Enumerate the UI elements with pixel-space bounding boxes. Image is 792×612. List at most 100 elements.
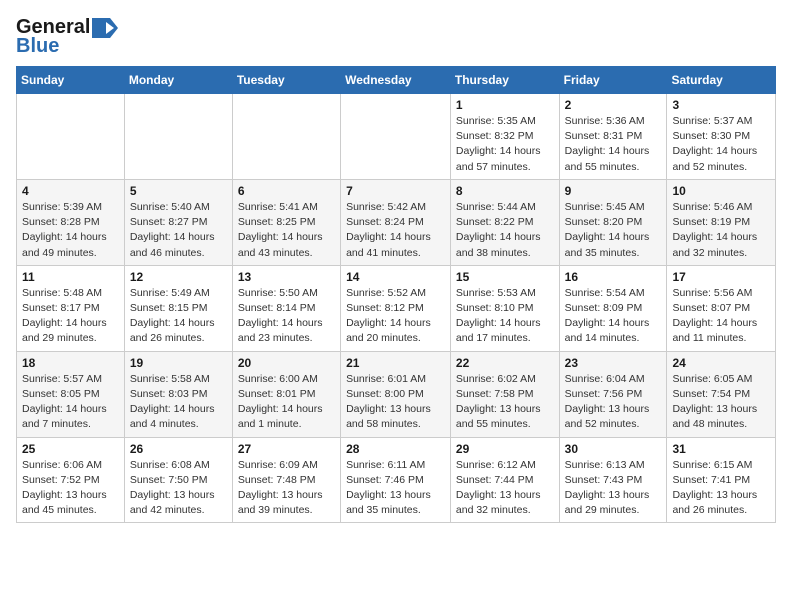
day-detail: Sunrise: 6:08 AM Sunset: 7:50 PM Dayligh… (130, 458, 227, 519)
day-detail: Sunrise: 5:42 AM Sunset: 8:24 PM Dayligh… (346, 200, 445, 261)
day-number: 25 (22, 442, 119, 456)
calendar-cell: 10 Sunrise: 5:46 AM Sunset: 8:19 PM Dayli… (667, 179, 776, 265)
logo-blue-text: Blue (16, 35, 59, 58)
calendar-table: SundayMondayTuesdayWednesdayThursdayFrid… (16, 66, 776, 523)
day-number: 21 (346, 356, 445, 370)
calendar-cell: 16 Sunrise: 5:54 AM Sunset: 8:09 PM Dayli… (559, 265, 667, 351)
day-number: 28 (346, 442, 445, 456)
calendar-header-row: SundayMondayTuesdayWednesdayThursdayFrid… (17, 67, 776, 94)
logo: General Blue (16, 16, 118, 58)
calendar-header-tuesday: Tuesday (232, 67, 340, 94)
day-detail: Sunrise: 6:11 AM Sunset: 7:46 PM Dayligh… (346, 458, 445, 519)
day-number: 23 (565, 356, 662, 370)
calendar-header-friday: Friday (559, 67, 667, 94)
day-number: 22 (456, 356, 554, 370)
calendar-cell: 12 Sunrise: 5:49 AM Sunset: 8:15 PM Dayli… (124, 265, 232, 351)
calendar-cell: 8Sunrise: 5:44 AM Sunset: 8:22 PM Daylig… (450, 179, 559, 265)
day-number: 15 (456, 270, 554, 284)
day-number: 1 (456, 98, 554, 112)
calendar-week-row: 11 Sunrise: 5:48 AM Sunset: 8:17 PM Dayli… (17, 265, 776, 351)
day-number: 29 (456, 442, 554, 456)
calendar-cell: 21 Sunrise: 6:01 AM Sunset: 8:00 PM Dayli… (341, 351, 451, 437)
day-detail: Sunrise: 6:09 AM Sunset: 7:48 PM Dayligh… (238, 458, 335, 519)
day-number: 4 (22, 184, 119, 198)
calendar-cell: 18 Sunrise: 5:57 AM Sunset: 8:05 PM Dayli… (17, 351, 125, 437)
calendar-cell (341, 94, 451, 180)
day-detail: Sunrise: 6:02 AM Sunset: 7:58 PM Dayligh… (456, 372, 554, 433)
calendar-cell: 31Sunrise: 6:15 AM Sunset: 7:41 PM Dayli… (667, 437, 776, 523)
calendar-cell: 2Sunrise: 5:36 AM Sunset: 8:31 PM Daylig… (559, 94, 667, 180)
day-detail: Sunrise: 5:46 AM Sunset: 8:19 PM Dayligh… (672, 200, 770, 261)
calendar-cell: 13 Sunrise: 5:50 AM Sunset: 8:14 PM Dayli… (232, 265, 340, 351)
page-header: General Blue (16, 16, 776, 58)
day-detail: Sunrise: 6:01 AM Sunset: 8:00 PM Dayligh… (346, 372, 445, 433)
calendar-cell: 7 Sunrise: 5:42 AM Sunset: 8:24 PM Daylig… (341, 179, 451, 265)
calendar-week-row: 1 Sunrise: 5:35 AM Sunset: 8:32 PM Daylig… (17, 94, 776, 180)
day-detail: Sunrise: 5:48 AM Sunset: 8:17 PM Dayligh… (22, 286, 119, 347)
calendar-cell: 30 Sunrise: 6:13 AM Sunset: 7:43 PM Dayli… (559, 437, 667, 523)
calendar-header-saturday: Saturday (667, 67, 776, 94)
day-number: 17 (672, 270, 770, 284)
day-detail: Sunrise: 5:37 AM Sunset: 8:30 PM Dayligh… (672, 114, 770, 175)
day-detail: Sunrise: 5:39 AM Sunset: 8:28 PM Dayligh… (22, 200, 119, 261)
calendar-cell: 4 Sunrise: 5:39 AM Sunset: 8:28 PM Daylig… (17, 179, 125, 265)
day-detail: Sunrise: 5:45 AM Sunset: 8:20 PM Dayligh… (565, 200, 662, 261)
calendar-cell: 22 Sunrise: 6:02 AM Sunset: 7:58 PM Dayli… (450, 351, 559, 437)
calendar-body: 1 Sunrise: 5:35 AM Sunset: 8:32 PM Daylig… (17, 94, 776, 523)
day-number: 18 (22, 356, 119, 370)
day-number: 13 (238, 270, 335, 284)
day-number: 9 (565, 184, 662, 198)
day-number: 5 (130, 184, 227, 198)
calendar-cell: 19 Sunrise: 5:58 AM Sunset: 8:03 PM Dayli… (124, 351, 232, 437)
day-number: 24 (672, 356, 770, 370)
calendar-cell: 29 Sunrise: 6:12 AM Sunset: 7:44 PM Dayli… (450, 437, 559, 523)
calendar-cell: 9 Sunrise: 5:45 AM Sunset: 8:20 PM Daylig… (559, 179, 667, 265)
day-detail: Sunrise: 5:58 AM Sunset: 8:03 PM Dayligh… (130, 372, 227, 433)
calendar-cell: 23 Sunrise: 6:04 AM Sunset: 7:56 PM Dayli… (559, 351, 667, 437)
day-detail: Sunrise: 5:56 AM Sunset: 8:07 PM Dayligh… (672, 286, 770, 347)
day-number: 30 (565, 442, 662, 456)
day-detail: Sunrise: 5:50 AM Sunset: 8:14 PM Dayligh… (238, 286, 335, 347)
calendar-week-row: 25Sunrise: 6:06 AM Sunset: 7:52 PM Dayli… (17, 437, 776, 523)
calendar-header-sunday: Sunday (17, 67, 125, 94)
calendar-header-wednesday: Wednesday (341, 67, 451, 94)
day-number: 27 (238, 442, 335, 456)
day-detail: Sunrise: 5:57 AM Sunset: 8:05 PM Dayligh… (22, 372, 119, 433)
day-detail: Sunrise: 6:13 AM Sunset: 7:43 PM Dayligh… (565, 458, 662, 519)
day-number: 8 (456, 184, 554, 198)
day-number: 10 (672, 184, 770, 198)
day-number: 12 (130, 270, 227, 284)
day-detail: Sunrise: 5:40 AM Sunset: 8:27 PM Dayligh… (130, 200, 227, 261)
calendar-week-row: 18 Sunrise: 5:57 AM Sunset: 8:05 PM Dayli… (17, 351, 776, 437)
calendar-header-monday: Monday (124, 67, 232, 94)
day-detail: Sunrise: 5:49 AM Sunset: 8:15 PM Dayligh… (130, 286, 227, 347)
day-detail: Sunrise: 5:54 AM Sunset: 8:09 PM Dayligh… (565, 286, 662, 347)
day-number: 11 (22, 270, 119, 284)
calendar-cell: 14 Sunrise: 5:52 AM Sunset: 8:12 PM Dayli… (341, 265, 451, 351)
day-detail: Sunrise: 6:05 AM Sunset: 7:54 PM Dayligh… (672, 372, 770, 433)
calendar-header-thursday: Thursday (450, 67, 559, 94)
calendar-cell: 20 Sunrise: 6:00 AM Sunset: 8:01 PM Dayli… (232, 351, 340, 437)
day-detail: Sunrise: 5:52 AM Sunset: 8:12 PM Dayligh… (346, 286, 445, 347)
calendar-cell: 26Sunrise: 6:08 AM Sunset: 7:50 PM Dayli… (124, 437, 232, 523)
day-detail: Sunrise: 5:35 AM Sunset: 8:32 PM Dayligh… (456, 114, 554, 175)
logo-bird-icon (92, 18, 118, 38)
day-detail: Sunrise: 6:15 AM Sunset: 7:41 PM Dayligh… (672, 458, 770, 519)
day-detail: Sunrise: 6:12 AM Sunset: 7:44 PM Dayligh… (456, 458, 554, 519)
calendar-cell: 11 Sunrise: 5:48 AM Sunset: 8:17 PM Dayli… (17, 265, 125, 351)
day-number: 14 (346, 270, 445, 284)
day-number: 3 (672, 98, 770, 112)
calendar-cell (17, 94, 125, 180)
day-detail: Sunrise: 6:04 AM Sunset: 7:56 PM Dayligh… (565, 372, 662, 433)
calendar-cell: 25Sunrise: 6:06 AM Sunset: 7:52 PM Dayli… (17, 437, 125, 523)
day-detail: Sunrise: 5:53 AM Sunset: 8:10 PM Dayligh… (456, 286, 554, 347)
day-number: 7 (346, 184, 445, 198)
day-number: 20 (238, 356, 335, 370)
calendar-cell: 28 Sunrise: 6:11 AM Sunset: 7:46 PM Dayli… (341, 437, 451, 523)
day-detail: Sunrise: 6:00 AM Sunset: 8:01 PM Dayligh… (238, 372, 335, 433)
day-number: 19 (130, 356, 227, 370)
day-number: 2 (565, 98, 662, 112)
day-number: 16 (565, 270, 662, 284)
calendar-cell: 1 Sunrise: 5:35 AM Sunset: 8:32 PM Daylig… (450, 94, 559, 180)
calendar-cell: 3 Sunrise: 5:37 AM Sunset: 8:30 PM Daylig… (667, 94, 776, 180)
